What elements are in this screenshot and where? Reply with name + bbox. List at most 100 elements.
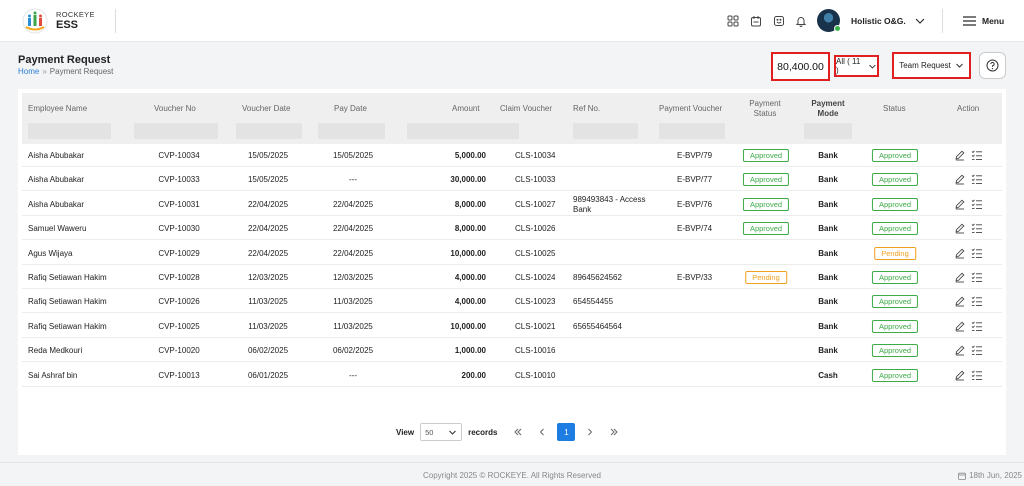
- claim-voucher[interactable]: CLS-10034: [515, 151, 555, 160]
- edit-icon[interactable]: [954, 344, 966, 356]
- brand: ROCKEYE ESS: [56, 9, 95, 31]
- voucher-no[interactable]: CVP-10033: [158, 175, 199, 184]
- rockeye-logo[interactable]: [20, 8, 50, 34]
- amount: 4,000.00: [454, 297, 486, 307]
- page-title: Payment Request: [18, 54, 111, 66]
- payment-status-badge: Approved: [742, 173, 790, 187]
- claim-voucher[interactable]: CLS-10033: [515, 175, 555, 184]
- user-name[interactable]: Holistic O&G.: [851, 16, 906, 26]
- details-list-icon[interactable]: [971, 271, 983, 283]
- table-row[interactable]: Samuel Waweru CVP-10030 22/04/2025 22/04/20…: [22, 216, 1002, 241]
- edit-icon[interactable]: [954, 173, 966, 185]
- edit-icon[interactable]: [954, 149, 966, 161]
- payment-voucher[interactable]: E-BVP/76: [677, 200, 712, 209]
- payment-voucher[interactable]: E-BVP/33: [677, 273, 712, 282]
- table-row[interactable]: Aisha Abubakar CVP-10034 15/05/2025 15/05/2…: [22, 143, 1002, 167]
- col-voucher-no[interactable]: Voucher No: [154, 104, 196, 114]
- breadcrumb-home[interactable]: Home: [18, 67, 39, 76]
- voucher-no[interactable]: CVP-10031: [158, 200, 199, 209]
- table-row[interactable]: Aisha Abubakar CVP-10033 15/05/2025 --- 30,0…: [22, 167, 1002, 192]
- edit-icon[interactable]: [954, 198, 966, 210]
- claim-voucher[interactable]: CLS-10016: [515, 346, 555, 355]
- calendar-icon[interactable]: [749, 14, 763, 28]
- voucher-no[interactable]: CVP-10034: [158, 151, 199, 160]
- amount-filter-input[interactable]: [407, 123, 519, 139]
- ref-filter-input[interactable]: [573, 123, 638, 139]
- request-type-dropdown[interactable]: Team Request: [892, 52, 971, 79]
- details-list-icon[interactable]: [971, 149, 983, 161]
- edit-icon[interactable]: [954, 271, 966, 283]
- smiley-icon[interactable]: [772, 14, 786, 28]
- hamburger-icon: [963, 16, 976, 26]
- pay-date: 22/04/2025: [332, 199, 374, 209]
- payment-voucher[interactable]: E-BVP/79: [677, 151, 712, 160]
- col-payment-voucher[interactable]: Payment Voucher: [659, 104, 722, 114]
- voucher-no[interactable]: CVP-10025: [158, 322, 199, 331]
- edit-icon[interactable]: [954, 369, 966, 381]
- status-filter-value: All ( 11 ): [836, 57, 861, 75]
- col-pay-date[interactable]: Pay Date: [334, 104, 367, 114]
- payment-voucher[interactable]: E-BVP/77: [677, 175, 712, 184]
- details-list-icon[interactable]: [971, 295, 983, 307]
- avatar[interactable]: [817, 9, 841, 32]
- employee-filter-input[interactable]: [28, 123, 111, 139]
- claim-voucher[interactable]: CLS-10023: [515, 297, 555, 306]
- help-button[interactable]: [979, 52, 1006, 79]
- col-ref-no[interactable]: Ref No.: [573, 104, 600, 114]
- last-page-button[interactable]: [605, 423, 623, 441]
- edit-icon[interactable]: [954, 320, 966, 332]
- menu-button[interactable]: Menu: [963, 14, 1004, 28]
- chevron-down-icon[interactable]: [913, 14, 927, 28]
- voucher-no[interactable]: CVP-10013: [158, 371, 199, 380]
- claim-voucher[interactable]: CLS-10025: [515, 249, 555, 258]
- col-employee-name[interactable]: Employee Name: [28, 104, 87, 114]
- page-button-current[interactable]: 1: [557, 423, 576, 441]
- col-amount[interactable]: Amount: [452, 104, 480, 114]
- table-row[interactable]: Rafiq Setiawan Hakim CVP-10025 11/03/2025 1…: [22, 314, 1002, 338]
- prev-page-button[interactable]: [533, 423, 551, 441]
- voucher-no[interactable]: CVP-10028: [158, 273, 199, 282]
- details-list-icon[interactable]: [971, 173, 983, 185]
- col-claim-voucher[interactable]: Claim Voucher: [500, 104, 552, 114]
- voucher-no[interactable]: CVP-10030: [158, 224, 199, 233]
- table-row[interactable]: Rafiq Setiawan Hakim CVP-10028 12/03/2025 1…: [22, 265, 1002, 289]
- col-status[interactable]: Status: [883, 104, 906, 114]
- claim-voucher[interactable]: CLS-10021: [515, 322, 555, 331]
- voucher-no[interactable]: CVP-10029: [158, 249, 199, 258]
- table-row[interactable]: Sai Ashraf bin CVP-10013 06/01/2025 --- 200.…: [22, 363, 1002, 387]
- claim-voucher[interactable]: CLS-10024: [515, 273, 555, 282]
- page-size-select[interactable]: 50: [420, 423, 463, 441]
- table-row[interactable]: Aisha Abubakar CVP-10031 22/04/2025 22/04/2…: [22, 192, 1002, 216]
- status-filter-dropdown[interactable]: All ( 11 ): [834, 55, 879, 77]
- details-list-icon[interactable]: [971, 320, 983, 332]
- edit-icon[interactable]: [954, 295, 966, 307]
- voucher-no[interactable]: CVP-10020: [158, 346, 199, 355]
- table-row[interactable]: Agus Wijaya CVP-10029 22/04/2025 22/04/2025…: [22, 241, 1002, 265]
- col-payment-mode[interactable]: Payment Mode: [808, 99, 848, 119]
- bell-icon[interactable]: [794, 14, 808, 28]
- payment-voucher[interactable]: E-BVP/74: [677, 224, 712, 233]
- next-page-button[interactable]: [581, 423, 599, 441]
- payment-voucher-filter-input[interactable]: [659, 123, 725, 139]
- pay-date-filter-input[interactable]: [318, 123, 385, 139]
- details-list-icon[interactable]: [971, 344, 983, 356]
- edit-icon[interactable]: [954, 222, 966, 234]
- table-row[interactable]: Reda Medkouri CVP-10020 06/02/2025 06/02/20…: [22, 338, 1002, 363]
- first-page-button[interactable]: [509, 423, 527, 441]
- edit-icon[interactable]: [954, 247, 966, 259]
- details-list-icon[interactable]: [971, 369, 983, 381]
- details-list-icon[interactable]: [971, 222, 983, 234]
- col-payment-status[interactable]: Payment Status: [744, 99, 786, 119]
- claim-voucher[interactable]: CLS-10010: [515, 371, 555, 380]
- voucher-filter-input[interactable]: [134, 123, 218, 139]
- payment-mode-filter-input[interactable]: [804, 123, 852, 139]
- col-voucher-date[interactable]: Voucher Date: [242, 104, 290, 114]
- apps-grid-icon[interactable]: [726, 14, 740, 28]
- details-list-icon[interactable]: [971, 198, 983, 210]
- details-list-icon[interactable]: [971, 247, 983, 259]
- claim-voucher[interactable]: CLS-10026: [515, 224, 555, 233]
- voucher-no[interactable]: CVP-10026: [158, 297, 199, 306]
- table-row[interactable]: Rafiq Setiawan Hakim CVP-10026 11/03/2025 1…: [22, 289, 1002, 314]
- voucher-date-filter-input[interactable]: [236, 123, 302, 139]
- claim-voucher[interactable]: CLS-10027: [515, 200, 555, 209]
